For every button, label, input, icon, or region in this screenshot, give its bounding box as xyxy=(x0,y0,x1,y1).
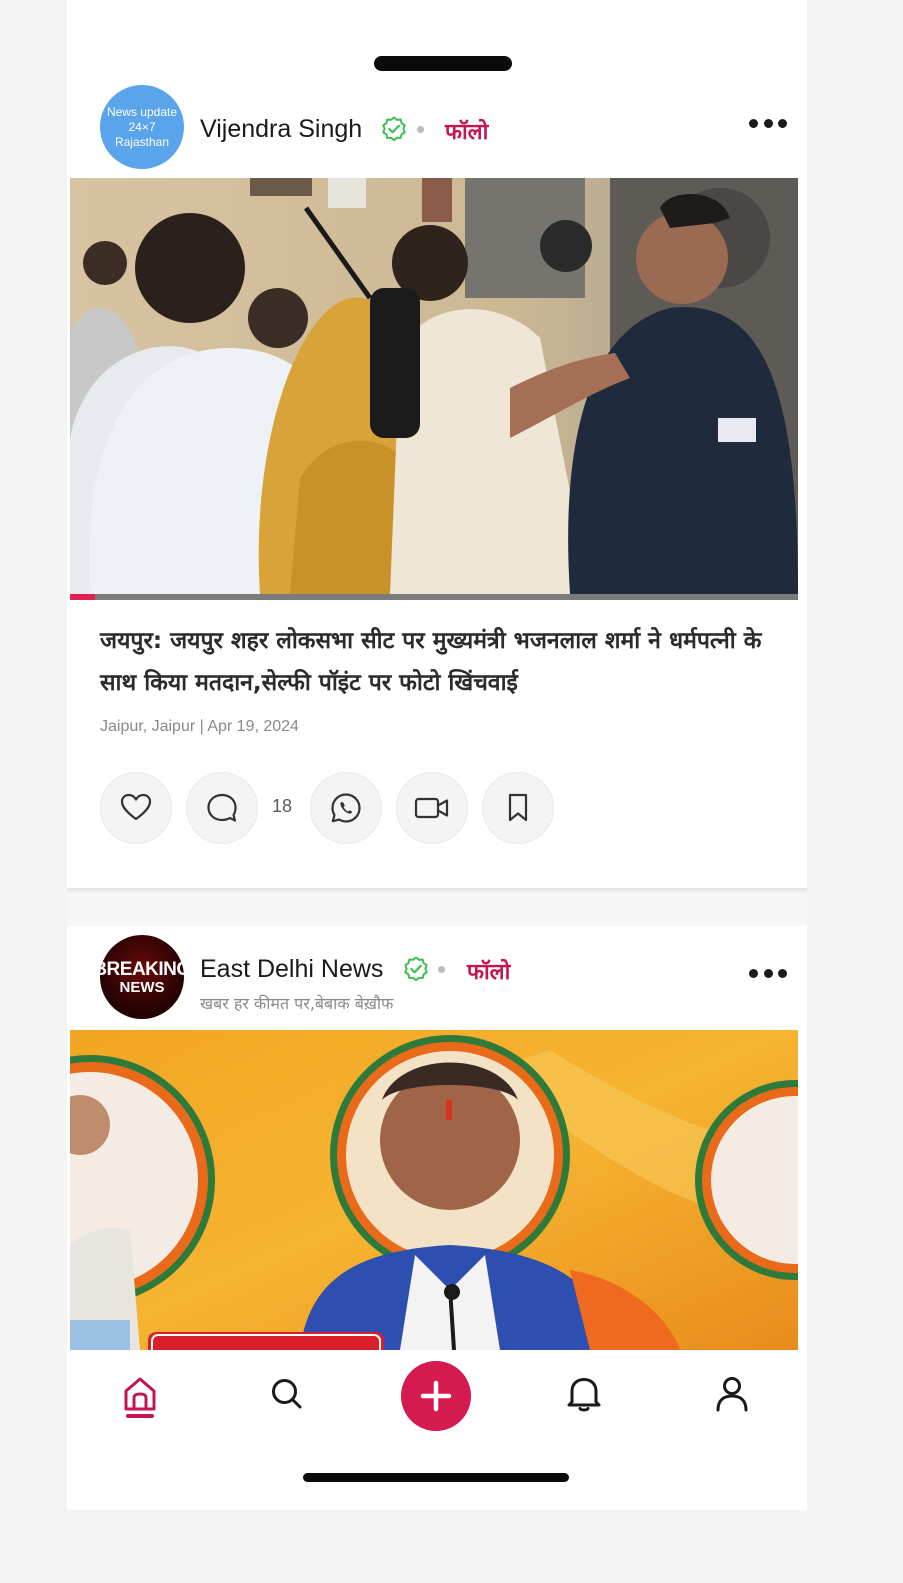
nav-search[interactable] xyxy=(265,1372,309,1416)
separator-dot xyxy=(438,966,445,973)
author-avatar[interactable]: BREAKING NEWS xyxy=(100,935,184,1019)
verified-badge-icon xyxy=(382,116,406,142)
avatar-text-line: Rajasthan xyxy=(114,134,170,149)
avatar-text-line: 24×7 xyxy=(128,119,156,134)
search-icon xyxy=(272,1379,302,1409)
separator-dot xyxy=(417,126,424,133)
author-name[interactable]: East Delhi News xyxy=(200,955,383,984)
bookmark-button[interactable] xyxy=(482,772,554,844)
author-avatar[interactable]: News update 24×7 Rajasthan xyxy=(100,85,184,169)
video-call-button[interactable] xyxy=(396,772,468,844)
avatar-text-line: NEWS xyxy=(119,978,165,996)
follow-button[interactable]: फॉलो xyxy=(467,956,510,986)
bookmark-icon xyxy=(508,793,528,822)
nav-home[interactable] xyxy=(118,1372,162,1416)
video-frame xyxy=(70,178,798,594)
post-divider xyxy=(67,888,807,926)
verified-badge-icon xyxy=(404,956,428,982)
author-name[interactable]: Vijendra Singh xyxy=(200,115,362,144)
follow-button[interactable]: फॉलो xyxy=(445,116,488,146)
whatsapp-icon xyxy=(331,793,361,823)
bottom-navigation xyxy=(67,1350,807,1510)
phone-screen: News update 24×7 Rajasthan Vijendra Sing… xyxy=(67,0,807,1510)
more-options-icon[interactable] xyxy=(749,118,787,128)
author-tagline: खबर हर कीमत पर,बेबाक बेख़ौफ xyxy=(200,994,394,1013)
create-post-button[interactable] xyxy=(401,1361,471,1431)
comment-icon xyxy=(207,793,237,822)
whatsapp-share-button[interactable] xyxy=(310,772,382,844)
post-headline[interactable]: जयपुर: जयपुर शहर लोकसभा सीट पर मुख्यमंत्… xyxy=(100,620,780,704)
user-icon xyxy=(716,1377,748,1412)
post-video[interactable] xyxy=(70,178,798,594)
active-tab-indicator xyxy=(126,1414,154,1418)
post-header: BREAKING NEWS East Delhi News फॉलो खबर ह… xyxy=(67,930,807,1030)
dynamic-island xyxy=(374,56,512,71)
comment-count: 18 xyxy=(272,796,293,816)
home-indicator xyxy=(303,1473,569,1482)
avatar-text-line: News update xyxy=(106,104,178,119)
comment-button[interactable] xyxy=(186,772,258,844)
video-camera-icon xyxy=(414,797,449,819)
post-meta: Jaipur, Jaipur | Apr 19, 2024 xyxy=(100,718,299,735)
post-header: News update 24×7 Rajasthan Vijendra Sing… xyxy=(67,80,807,180)
video-frame xyxy=(70,1030,798,1350)
bell-icon xyxy=(567,1378,601,1412)
like-button[interactable] xyxy=(100,772,172,844)
plus-icon xyxy=(420,1380,452,1412)
home-icon xyxy=(124,1377,156,1411)
post-video[interactable] xyxy=(70,1030,798,1350)
more-options-icon[interactable] xyxy=(749,968,787,978)
video-progress-fill xyxy=(70,594,96,600)
nav-notifications[interactable] xyxy=(562,1372,606,1416)
heart-icon xyxy=(120,793,152,821)
nav-profile[interactable] xyxy=(710,1372,754,1416)
avatar-text-line: BREAKING xyxy=(100,958,184,980)
video-progress-bar[interactable] xyxy=(70,594,798,600)
